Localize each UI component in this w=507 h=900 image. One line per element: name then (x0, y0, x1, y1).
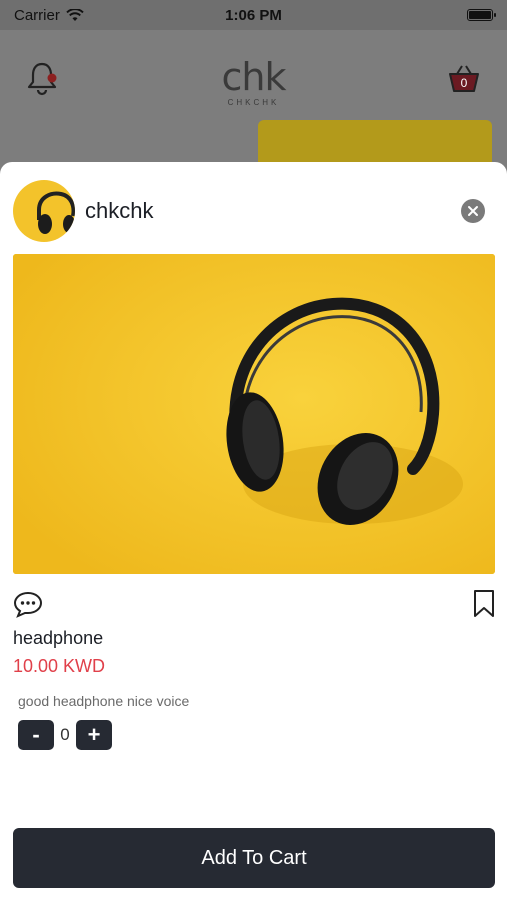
brand-logo: chk CHKCHK (0, 58, 507, 107)
headphones-illustration (13, 254, 495, 574)
status-left: Carrier (14, 7, 84, 24)
product-description: good headphone nice voice (18, 693, 190, 709)
increase-quantity-button[interactable]: + (76, 720, 112, 750)
shop-profile-row[interactable]: chkchk (13, 180, 153, 242)
background-banner (258, 120, 492, 162)
carrier-label: Carrier (14, 6, 60, 24)
shop-name[interactable]: chkchk (85, 198, 153, 224)
quantity-value: 0 (60, 725, 70, 744)
product-price: 10.00 KWD (13, 656, 106, 676)
quantity-stepper: - 0 + (18, 720, 112, 750)
product-name: headphone (13, 628, 104, 648)
add-to-cart-button[interactable]: Add To Cart (13, 828, 495, 888)
bookmark-icon[interactable] (473, 589, 495, 618)
shop-avatar[interactable] (13, 180, 75, 242)
decrease-quantity-button[interactable]: - (18, 720, 54, 750)
comment-icon[interactable] (13, 590, 43, 618)
close-icon (468, 206, 478, 216)
logo-subtext: CHKCHK (227, 98, 280, 107)
wifi-icon (66, 8, 84, 21)
battery-icon (467, 9, 496, 21)
shopping-basket-icon[interactable]: 0 (447, 62, 481, 94)
product-modal: chkchk headphone 10.00 KWD good headphon… (0, 162, 507, 900)
cart-count: 0 (461, 76, 468, 90)
headphone-thumbnail (37, 191, 75, 234)
product-image[interactable] (13, 254, 495, 574)
logo-text: chk (221, 55, 287, 99)
status-bar: Carrier 1:06 PM (0, 0, 507, 30)
close-button[interactable] (461, 199, 485, 223)
